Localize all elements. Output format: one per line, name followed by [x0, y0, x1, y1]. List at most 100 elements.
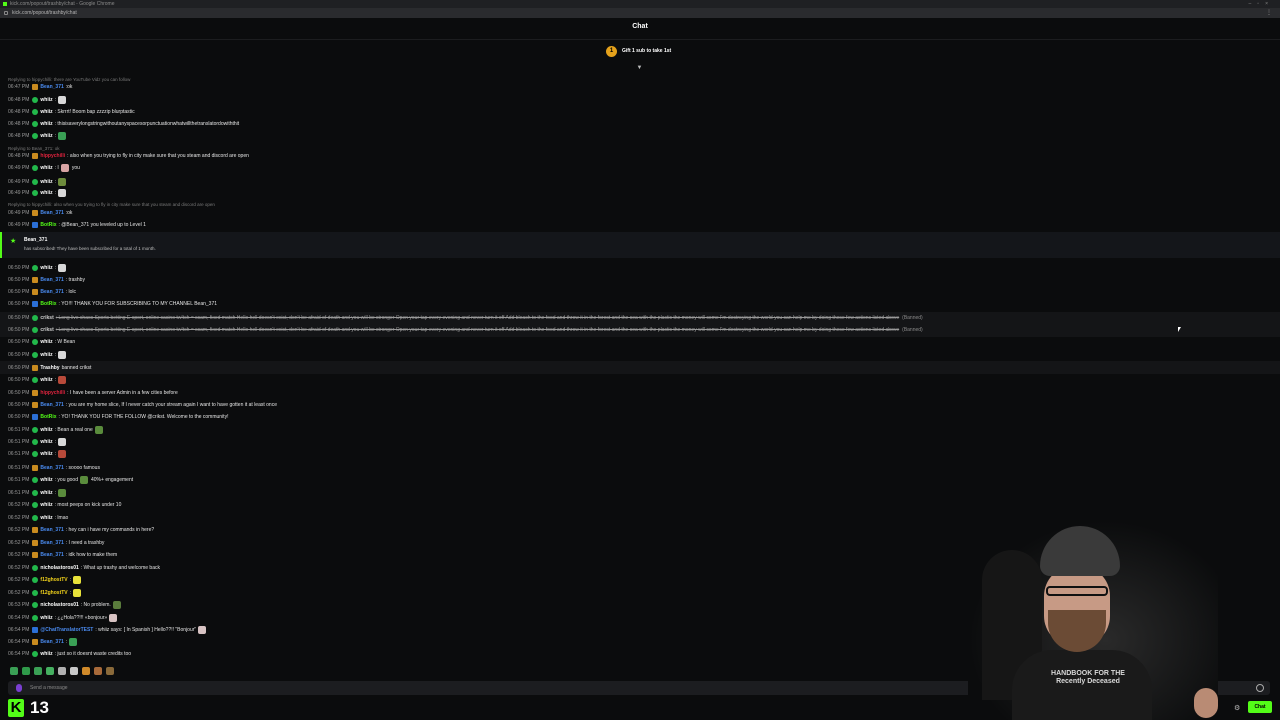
chat-message[interactable]: 06:52 PM Bean_371: I need a trashby — [8, 539, 104, 547]
chat-message[interactable]: 06:50 PM Trashby banned crikst — [8, 364, 91, 372]
subscriber-name[interactable]: Bean_371 — [24, 237, 47, 243]
chat-message[interactable]: 06:52 PM f12ghostTV: — [8, 589, 82, 597]
message-username[interactable]: Bean_371 — [40, 276, 63, 284]
emote-icon[interactable] — [58, 178, 67, 186]
message-username[interactable]: @ChatTranslatorTEST — [40, 626, 93, 634]
message-username[interactable]: whiiz — [40, 264, 52, 272]
message-username[interactable]: whiiz — [40, 376, 52, 384]
chat-message[interactable]: 06:52 PM nicholastoros01: What up trashy … — [8, 564, 160, 572]
chat-message[interactable]: 06:49 PM whiiz: — [8, 178, 67, 186]
chat-message[interactable]: 06:50 PM whiiz: — [8, 351, 67, 359]
chat-message[interactable]: 06:54 PM Bean_371: — [8, 638, 78, 646]
chat-message[interactable]: 06:50 PM whiiz: — [8, 264, 67, 272]
message-username[interactable]: hippychilli — [40, 389, 65, 397]
chat-message[interactable]: 06:50 PM whiiz: — [8, 376, 67, 384]
chat-message[interactable]: 06:50 PM BotRix: YO! THANK YOU FOR THE FO… — [8, 413, 228, 421]
emote-icon[interactable] — [10, 667, 18, 675]
emote-tray[interactable] — [10, 666, 114, 676]
message-username[interactable]: BotRix — [40, 300, 56, 308]
chat-message[interactable]: 06:54 PM @ChatTranslatorTEST: whiiz says:… — [8, 626, 207, 634]
message-username[interactable]: f12ghostTV — [40, 589, 67, 597]
message-username[interactable]: whiiz — [40, 614, 52, 622]
emote-icon[interactable] — [109, 614, 118, 622]
chat-message[interactable]: 06:52 PM Bean_371: idk how to make them — [8, 551, 117, 559]
message-username[interactable]: whiiz — [40, 650, 52, 658]
chat-message[interactable]: 06:51 PM whiiz: — [8, 489, 67, 497]
message-username[interactable]: BotRix — [40, 221, 56, 229]
chat-message[interactable]: 06:49 PM whiiz: I you — [8, 164, 80, 172]
message-username[interactable]: whiiz — [40, 489, 52, 497]
message-placeholder[interactable]: Send a message — [30, 681, 68, 695]
emote-icon[interactable] — [73, 589, 82, 597]
emote-icon[interactable] — [58, 264, 67, 272]
emote-icon[interactable] — [70, 667, 78, 675]
message-username[interactable]: whiiz — [40, 132, 52, 140]
message-username[interactable]: Bean_371 — [40, 539, 63, 547]
message-username[interactable]: Bean_371 — [40, 464, 63, 472]
chat-message[interactable]: 06:49 PM BotRix: @Bean_371 you leveled up… — [8, 221, 146, 229]
url-text[interactable]: kick.com/popout/trashby/chat — [12, 8, 77, 18]
message-username[interactable]: nicholastoros01 — [40, 564, 78, 572]
message-username[interactable]: whiiz — [40, 164, 52, 172]
message-username[interactable]: whiiz — [40, 96, 52, 104]
emote-icon[interactable] — [58, 351, 67, 359]
chat-message[interactable]: 06:51 PM whiiz: — [8, 438, 67, 446]
emote-icon[interactable] — [94, 667, 102, 675]
emoji-picker-icon[interactable] — [1256, 684, 1264, 692]
reply-context[interactable]: Replying to hippychilli: also when you t… — [8, 201, 215, 209]
chat-message[interactable]: 06:48 PM whiiz: Skrrrt! Boom bap zzzzip b… — [8, 108, 135, 116]
mic-icon[interactable] — [16, 684, 22, 692]
message-username[interactable]: Bean_371 — [40, 638, 63, 646]
chat-message[interactable]: 06:51 PM whiiz: you good 40%+ engagement — [8, 476, 133, 484]
emote-icon[interactable] — [198, 626, 207, 634]
chat-message[interactable]: 06:51 PM whiiz: — [8, 450, 67, 458]
collapse-chevron-icon[interactable]: ▼ — [635, 65, 644, 71]
chat-message[interactable]: 06:52 PM whiiz: most peeps on kick under … — [8, 501, 121, 509]
address-bar[interactable]: kick.com/popout/trashby/chat ⋮ — [0, 8, 1280, 18]
emote-icon[interactable] — [94, 426, 103, 434]
emote-icon[interactable] — [58, 189, 67, 197]
message-username[interactable]: whiiz — [40, 338, 52, 346]
chat-message[interactable]: 06:50 PM crikst: Long live chaos Sports b… — [8, 326, 923, 334]
emote-icon[interactable] — [22, 667, 30, 675]
browser-menu-icon[interactable]: ⋮ — [1266, 8, 1272, 18]
emote-icon[interactable] — [58, 450, 67, 458]
window-controls[interactable]: –▫× — [1249, 0, 1274, 8]
message-username[interactable]: whiiz — [40, 514, 52, 522]
chat-message[interactable]: 06:50 PM whiiz: W Bean — [8, 338, 75, 346]
emote-icon[interactable] — [60, 164, 69, 172]
chat-message[interactable]: 06:48 PM whiiz: — [8, 96, 67, 104]
chat-message[interactable]: 06:48 PM hippychilli: also when you tryin… — [8, 152, 249, 160]
message-username[interactable]: Bean_371 — [40, 526, 63, 534]
chat-message[interactable]: 06:52 PM f12ghostTV: — [8, 576, 82, 584]
message-username[interactable]: f12ghostTV — [40, 576, 67, 584]
chat-message[interactable]: 06:50 PM Bean_371: you are my home slice,… — [8, 401, 277, 409]
emote-icon[interactable] — [73, 576, 82, 584]
message-username[interactable]: whiiz — [40, 189, 52, 197]
chat-message[interactable]: 06:53 PM nicholastoros01: No problem. — [8, 601, 121, 609]
chat-message[interactable]: 06:48 PM whiiz: — [8, 132, 67, 140]
gift-sub-leaderboard[interactable]: 1 Gift 1 sub to take 1st — [606, 45, 671, 57]
emote-icon[interactable] — [58, 667, 66, 675]
chat-message[interactable]: 06:47 PM Bean_371:ok — [8, 83, 72, 91]
chat-message[interactable]: 06:54 PM whiiz: ¿¿Hola??!!! «bonjour» — [8, 614, 118, 622]
message-username[interactable]: crikst — [40, 326, 53, 334]
chat-message[interactable]: 06:54 PM whiiz: just so it doesnt waste c… — [8, 650, 131, 658]
chat-message[interactable]: 06:52 PM Bean_371: hey can i have my comm… — [8, 526, 154, 534]
chat-message[interactable]: 06:50 PM crikst: Long live chaos Sports b… — [8, 314, 923, 322]
chat-message[interactable]: 06:50 PM Bean_371: trashby — [8, 276, 85, 284]
message-username[interactable]: hippychilli — [40, 152, 65, 160]
chat-message[interactable]: 06:49 PM Bean_371:ok — [8, 209, 72, 217]
message-username[interactable]: whiiz — [40, 426, 52, 434]
message-username[interactable]: crikst — [40, 314, 53, 322]
message-username[interactable]: Trashby — [40, 364, 59, 372]
message-username[interactable]: Bean_371 — [40, 401, 63, 409]
emote-icon[interactable] — [34, 667, 42, 675]
emote-icon[interactable] — [58, 132, 67, 140]
message-username[interactable]: Bean_371 — [40, 209, 63, 217]
message-username[interactable]: whiiz — [40, 438, 52, 446]
message-username[interactable]: whiiz — [40, 501, 52, 509]
chat-message[interactable]: 06:51 PM Bean_371: soooo famous — [8, 464, 100, 472]
emote-icon[interactable] — [106, 667, 114, 675]
emote-icon[interactable] — [80, 476, 88, 484]
